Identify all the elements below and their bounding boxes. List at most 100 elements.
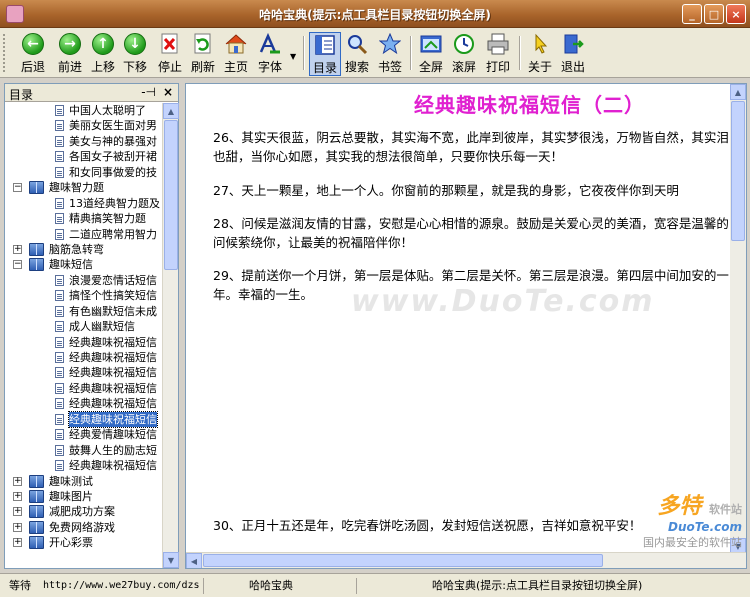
contents-button[interactable]: 目录 xyxy=(309,32,341,76)
move-down-button[interactable]: ↓ 下移 xyxy=(120,32,150,76)
tree-item[interactable]: 精典搞笑智力题 xyxy=(5,211,163,226)
tree-item[interactable]: 13道经典智力题及 xyxy=(5,196,163,211)
page-icon xyxy=(55,290,64,302)
tree-item-label: 二道应聘常用智力 xyxy=(69,227,157,241)
page-icon xyxy=(55,135,64,147)
fullscreen-button[interactable]: 全屏 xyxy=(416,32,446,76)
search-button[interactable]: 搜索 xyxy=(342,32,372,76)
tree-item[interactable]: 经典趣味祝福短信 xyxy=(5,396,163,411)
tree-item[interactable]: 美丽女医生面对男 xyxy=(5,118,163,133)
forward-button[interactable]: → 前进 xyxy=(52,32,88,76)
tree-item[interactable]: 经典趣味祝福短信 xyxy=(5,335,163,350)
refresh-button[interactable]: 刷新 xyxy=(188,32,218,76)
tree-item[interactable]: 经典爱情趣味短信 xyxy=(5,427,163,442)
close-button[interactable]: × xyxy=(726,4,746,24)
maximize-button[interactable]: □ xyxy=(704,4,724,24)
tree-item-label: 中国人太聪明了 xyxy=(69,104,146,117)
tree-item[interactable]: 经典趣味祝福短信 xyxy=(5,381,163,396)
tree-item[interactable]: 二道应聘常用智力 xyxy=(5,227,163,242)
tree-folder[interactable]: + 趣味图片 xyxy=(5,489,163,504)
tree-item-label: 搞怪个性搞笑短信 xyxy=(69,289,157,303)
tree-folder[interactable]: + 开心彩票 xyxy=(5,535,163,550)
about-button[interactable]: 关于 xyxy=(525,32,555,76)
tree-item[interactable]: 经典趣味祝福短信 xyxy=(5,410,163,428)
contents-scrollbar[interactable]: ▲ ▼ xyxy=(162,103,179,568)
tree-item[interactable]: 各国女子被刮开裙 xyxy=(5,149,163,164)
tree-item[interactable]: 经典趣味祝福短信 xyxy=(5,365,163,380)
expand-icon[interactable]: + xyxy=(13,244,22,254)
tree-item[interactable]: 中国人太聪明了 xyxy=(5,103,163,118)
page-icon xyxy=(55,228,64,240)
duote-logo: 多特 软件站 DuoTe.com 国内最安全的软件站 xyxy=(643,494,742,549)
tree-folder[interactable]: + 脑筋急转弯 xyxy=(5,242,163,257)
page-icon xyxy=(55,213,64,225)
stop-button[interactable]: 停止 xyxy=(155,32,185,76)
article-vertical-scrollbar[interactable]: ▲ ▼ xyxy=(730,84,746,554)
article-horizontal-scrollbar[interactable]: ◀ xyxy=(186,552,746,568)
close-panel-button[interactable]: × xyxy=(163,85,173,99)
page-icon xyxy=(55,382,64,394)
tree-item[interactable]: 鼓舞人生的励志短 xyxy=(5,443,163,458)
scroll-thumb[interactable] xyxy=(731,101,745,241)
article-title: 经典趣味祝福短信（二） xyxy=(414,93,645,117)
book-icon xyxy=(29,242,44,256)
page-icon xyxy=(55,460,64,472)
tree-folder-label: 开心彩票 xyxy=(49,536,93,550)
toolbar-grip[interactable] xyxy=(3,34,7,72)
collapse-icon[interactable]: − xyxy=(13,260,22,270)
pin-icon[interactable]: -⊣ xyxy=(141,85,156,99)
collapse-icon[interactable]: − xyxy=(13,183,22,193)
paragraph: 26、其实天很蓝，阴云总要散，其实海不宽，此岸到彼岸，其实梦很浅，万物皆自然，其… xyxy=(213,130,729,164)
expand-icon[interactable]: + xyxy=(13,476,22,486)
tree-item[interactable]: 经典趣味祝福短信 xyxy=(5,458,163,473)
page-icon xyxy=(55,444,64,456)
tree-item[interactable]: 搞怪个性搞笑短信 xyxy=(5,288,163,303)
book-icon xyxy=(29,505,44,519)
scroll-thumb[interactable] xyxy=(164,120,178,270)
tree-item[interactable]: 和女同事做爱的技 xyxy=(5,165,163,180)
tree-folder-label: 趣味测试 xyxy=(49,474,93,488)
scroll-left-arrow-icon[interactable]: ◀ xyxy=(186,553,202,568)
font-dropdown-arrow[interactable]: ▼ xyxy=(290,52,296,61)
tree-folder-label: 趣味图片 xyxy=(49,489,93,503)
tree-item-label: 经典趣味祝福短信 xyxy=(69,397,157,411)
print-icon xyxy=(486,32,510,56)
tree-item[interactable]: 成人幽默短信 xyxy=(5,319,163,334)
book-icon xyxy=(29,181,44,195)
move-up-button[interactable]: ↑ 上移 xyxy=(88,32,118,76)
exit-button[interactable]: 退出 xyxy=(558,32,588,76)
expand-icon[interactable]: + xyxy=(13,538,22,548)
autoscroll-button[interactable]: 滚屏 xyxy=(449,32,479,76)
tree-item[interactable]: 美女与神的暴强对 xyxy=(5,134,163,149)
tree-item[interactable]: 浪漫爱恋情话短信 xyxy=(5,273,163,288)
print-button[interactable]: 打印 xyxy=(482,32,514,76)
tree-folder[interactable]: + 免费网络游戏 xyxy=(5,520,163,535)
font-button[interactable]: 字体 xyxy=(254,32,286,76)
minimize-button[interactable]: _ xyxy=(682,4,702,24)
expand-icon[interactable]: + xyxy=(13,522,22,532)
tree-folder[interactable]: + 减肥成功方案 xyxy=(5,504,163,519)
tree-item-label: 经典趣味祝福短信 xyxy=(69,351,157,364)
tree-folder[interactable]: − 趣味智力题 xyxy=(5,180,163,195)
tree-item[interactable]: 经典趣味祝福短信 xyxy=(5,350,163,365)
status-url: http://www.we27buy.com/dzs03 xyxy=(43,580,200,591)
page-icon xyxy=(55,367,64,379)
page-icon xyxy=(55,413,64,425)
tree-folder[interactable]: + 趣味测试 xyxy=(5,474,163,489)
tree-folder[interactable]: − 趣味短信 xyxy=(5,257,163,272)
tree-item[interactable]: 有色幽默短信未成 xyxy=(5,304,163,319)
book-icon xyxy=(29,489,44,503)
home-button[interactable]: 主页 xyxy=(221,32,251,76)
page-icon xyxy=(55,429,64,441)
contents-panel-title: 目录 xyxy=(9,88,34,102)
page-icon xyxy=(55,274,64,286)
scroll-thumb[interactable] xyxy=(203,554,603,567)
title-bar[interactable]: 哈哈宝典(提示:点工具栏目录按钮切换全屏) _ □ × xyxy=(0,0,750,28)
scroll-down-arrow-icon[interactable]: ▼ xyxy=(163,552,179,568)
bookmark-button[interactable]: 书签 xyxy=(375,32,405,76)
expand-icon[interactable]: + xyxy=(13,507,22,517)
scroll-up-arrow-icon[interactable]: ▲ xyxy=(730,84,746,100)
expand-icon[interactable]: + xyxy=(13,491,22,501)
scroll-up-arrow-icon[interactable]: ▲ xyxy=(163,103,179,119)
back-button[interactable]: ← 后退 xyxy=(14,32,52,76)
